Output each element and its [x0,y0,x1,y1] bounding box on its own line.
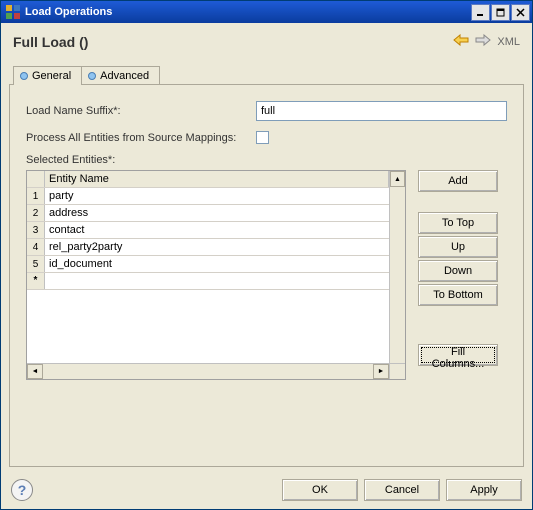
tab-label: Advanced [100,70,149,82]
row-number: 4 [27,239,45,255]
window-title: Load Operations [25,6,471,18]
footer: ? OK Cancel Apply [1,471,532,509]
scrollbar-corner [389,364,405,379]
tab-label: General [32,70,71,82]
table-row[interactable]: 2 address [27,205,405,222]
table-row[interactable]: 5 id_document [27,256,405,273]
scroll-right-icon[interactable]: ► [373,364,389,379]
vertical-scrollbar[interactable]: ▲ [389,171,405,363]
scroll-left-icon[interactable]: ◄ [27,364,43,379]
close-button[interactable] [511,4,530,21]
row-number: 3 [27,222,45,238]
apply-button[interactable]: Apply [446,479,522,501]
nav-forward-icon[interactable] [475,33,491,50]
app-icon [5,4,21,20]
to-bottom-button[interactable]: To Bottom [418,284,498,306]
table-row[interactable]: 3 contact [27,222,405,239]
maximize-button[interactable] [491,4,510,21]
load-operations-window: Load Operations Full Load () XML General [0,0,533,510]
up-button[interactable]: Up [418,236,498,258]
row-number: 1 [27,188,45,204]
bullet-icon [88,72,96,80]
new-row-marker: * [27,273,45,289]
process-all-checkbox[interactable] [256,131,269,144]
entity-cell[interactable]: contact [45,222,405,238]
tab-panel: General Advanced Load Name Suffix*: Proc… [9,84,524,467]
nav-back-icon[interactable] [453,33,469,50]
entities-grid[interactable]: Entity Name 1 party 2 address 3 contac [26,170,406,380]
selected-entities-label: Selected Entities*: [26,154,507,166]
minimize-button[interactable] [471,4,490,21]
help-button[interactable]: ? [11,479,33,501]
to-top-button[interactable]: To Top [418,212,498,234]
fill-columns-button[interactable]: Fill Columns... [418,344,498,366]
table-row[interactable]: 1 party [27,188,405,205]
cancel-button[interactable]: Cancel [364,479,440,501]
tab-general[interactable]: General [13,66,82,85]
process-all-label: Process All Entities from Source Mapping… [26,132,256,144]
page-title: Full Load () [13,34,453,50]
ok-button[interactable]: OK [282,479,358,501]
entity-cell[interactable]: rel_party2party [45,239,405,255]
table-row[interactable]: 4 rel_party2party [27,239,405,256]
new-row[interactable]: * [27,273,405,290]
entity-cell[interactable]: party [45,188,405,204]
suffix-input[interactable] [256,101,507,121]
tab-advanced[interactable]: Advanced [81,66,160,84]
entity-cell[interactable]: address [45,205,405,221]
row-number: 2 [27,205,45,221]
scroll-up-icon[interactable]: ▲ [390,171,405,187]
xml-link[interactable]: XML [497,36,520,48]
row-number: 5 [27,256,45,272]
entity-cell[interactable] [45,273,405,289]
horizontal-scrollbar[interactable]: ◄ ► [27,363,405,379]
entity-cell[interactable]: id_document [45,256,405,272]
titlebar: Load Operations [1,1,532,23]
down-button[interactable]: Down [418,260,498,282]
suffix-label: Load Name Suffix*: [26,105,256,117]
bullet-icon [20,72,28,80]
add-button[interactable]: Add [418,170,498,192]
row-header-corner [27,171,45,187]
column-header-entity[interactable]: Entity Name [45,171,389,187]
